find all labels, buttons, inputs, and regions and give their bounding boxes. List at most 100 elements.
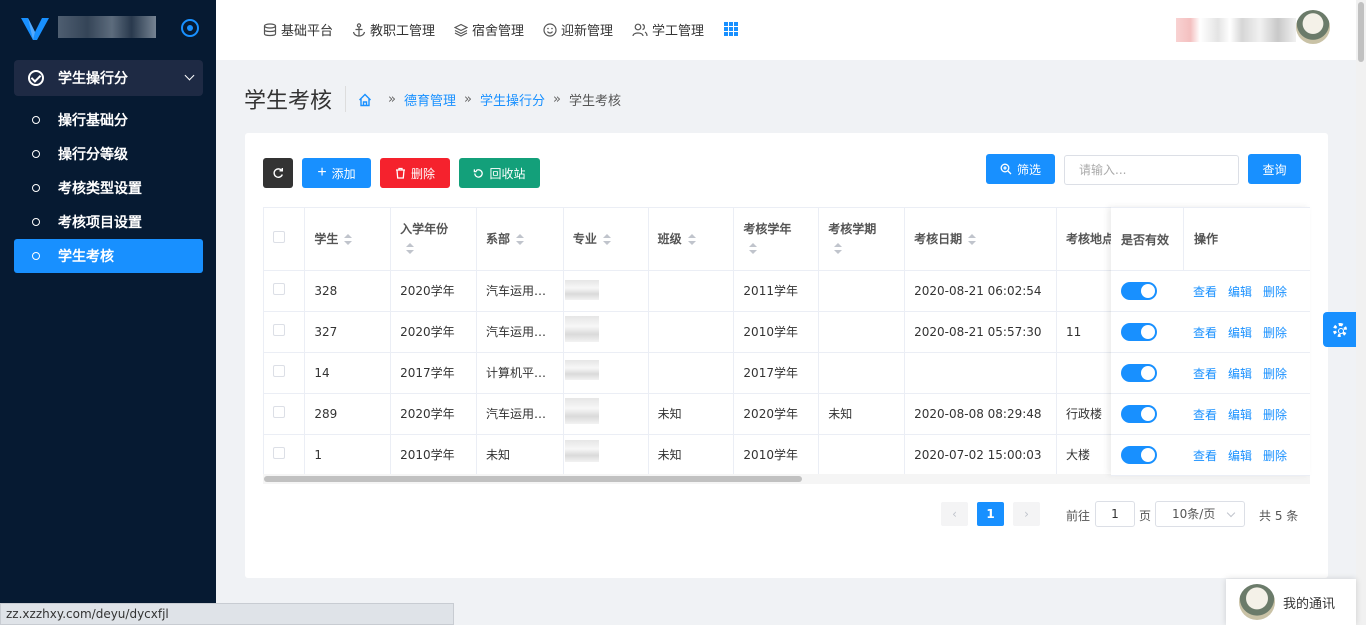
page-number-button[interactable]: 1: [977, 502, 1004, 526]
delete-link[interactable]: 删除: [1263, 326, 1287, 340]
recycle-bin-button[interactable]: 回收站: [459, 158, 540, 188]
menu-group-student-conduct[interactable]: 学生操行分: [14, 60, 203, 96]
col-header-dept[interactable]: 系部: [476, 208, 564, 271]
sidebar-item-label: 考核项目设置: [58, 215, 142, 231]
cell-class: 未知: [648, 393, 735, 435]
view-link[interactable]: 查看: [1193, 285, 1217, 299]
nav-label: 学工管理: [652, 24, 705, 39]
sidebar-item-eval-items[interactable]: 考核项目设置: [14, 205, 203, 239]
nav-item-welcome[interactable]: 迎新管理: [543, 20, 613, 39]
table-row-actions: 查看 编辑 删除: [1111, 394, 1310, 435]
nav-item-basic-platform[interactable]: 基础平台: [263, 20, 333, 39]
sort-icon[interactable]: [516, 233, 525, 246]
cell-term: 未知: [818, 393, 906, 435]
delete-button[interactable]: 删除: [380, 158, 450, 188]
edit-link[interactable]: 编辑: [1228, 449, 1252, 463]
col-header-eval-year[interactable]: 考核学年: [733, 208, 820, 271]
delete-link[interactable]: 删除: [1263, 449, 1287, 463]
circle-icon: [32, 184, 40, 192]
chevron-down-icon: [184, 70, 195, 81]
goto-page-input[interactable]: 1: [1095, 501, 1135, 527]
edit-link[interactable]: 编辑: [1228, 408, 1252, 422]
top-bar: 基础平台 教职工管理 宿舍管理 迎新管理 学工管理: [216, 0, 1356, 60]
sort-icon[interactable]: [344, 233, 353, 246]
cell-term: [818, 311, 906, 353]
view-link[interactable]: 查看: [1193, 367, 1217, 381]
prev-page-button[interactable]: ‹: [941, 502, 968, 526]
query-button[interactable]: 查询: [1248, 154, 1301, 184]
chevron-right-icon: ›: [1024, 507, 1029, 521]
page-size-select[interactable]: 10条/页: [1155, 501, 1245, 527]
users-icon: [632, 23, 648, 36]
circle-icon: [32, 218, 40, 226]
row-checkbox[interactable]: [273, 283, 285, 295]
select-all-checkbox[interactable]: [273, 231, 285, 244]
page-scrollbar[interactable]: [1356, 0, 1366, 625]
chat-widget[interactable]: 我的通讯: [1226, 579, 1356, 625]
valid-toggle[interactable]: [1121, 405, 1157, 423]
blurred-cell: [565, 280, 599, 300]
settings-float-button[interactable]: [1323, 312, 1356, 347]
col-header-major[interactable]: 专业: [563, 208, 649, 271]
nav-item-dorm[interactable]: 宿舍管理: [454, 20, 524, 39]
valid-toggle[interactable]: [1121, 323, 1157, 341]
cell-class: [648, 311, 735, 353]
col-header-term[interactable]: 考核学期: [818, 208, 906, 271]
sidebar-item-label: 操行分等级: [58, 147, 128, 163]
cell-dept: 汽车运用…: [476, 270, 564, 312]
valid-toggle[interactable]: [1121, 282, 1157, 300]
col-header-class[interactable]: 班级: [648, 208, 735, 271]
add-button[interactable]: + 添加: [302, 158, 371, 188]
edit-link[interactable]: 编辑: [1228, 326, 1252, 340]
delete-link[interactable]: 删除: [1263, 408, 1287, 422]
sidebar-item-eval-type[interactable]: 考核类型设置: [14, 171, 203, 205]
delete-link[interactable]: 删除: [1263, 285, 1287, 299]
add-button-label: 添加: [331, 166, 356, 181]
sort-icon[interactable]: [602, 233, 611, 246]
filter-button[interactable]: 筛选: [986, 154, 1055, 184]
edit-link[interactable]: 编辑: [1228, 285, 1252, 299]
menu-group-label: 学生操行分: [58, 71, 128, 87]
home-icon[interactable]: [358, 93, 372, 107]
sidebar-item-student-eval[interactable]: 学生考核: [14, 239, 203, 273]
view-link[interactable]: 查看: [1193, 449, 1217, 463]
refresh-button[interactable]: [263, 158, 293, 188]
breadcrumb-moral-education[interactable]: 德育管理: [404, 90, 456, 109]
valid-toggle[interactable]: [1121, 446, 1157, 464]
edit-link[interactable]: 编辑: [1228, 367, 1252, 381]
col-header-enroll-year[interactable]: 入学年份: [390, 208, 477, 271]
cell-term: [818, 352, 906, 394]
row-checkbox[interactable]: [273, 447, 285, 459]
avatar[interactable]: [1296, 10, 1330, 44]
row-checkbox[interactable]: [273, 365, 285, 377]
sidebar: 学生操行分 操行基础分 操行分等级 考核类型设置 考核项目设置 学生考核: [0, 0, 216, 625]
table-row-actions: 查看 编辑 删除: [1111, 271, 1310, 312]
delete-link[interactable]: 删除: [1263, 367, 1287, 381]
sidebar-item-score-levels[interactable]: 操行分等级: [14, 137, 203, 171]
cell-date: [904, 352, 1058, 394]
valid-toggle[interactable]: [1121, 364, 1157, 382]
search-input[interactable]: 请输入...: [1064, 155, 1239, 185]
grid-icon[interactable]: [724, 22, 738, 36]
sort-icon[interactable]: [834, 243, 843, 255]
filter-button-label: 筛选: [1016, 162, 1041, 177]
check-circle-icon: [28, 70, 44, 86]
sort-icon[interactable]: [749, 243, 758, 255]
breadcrumb-separator: »: [463, 92, 472, 107]
breadcrumb-student-conduct[interactable]: 学生操行分: [480, 90, 545, 109]
row-checkbox[interactable]: [273, 406, 285, 418]
view-link[interactable]: 查看: [1193, 326, 1217, 340]
nav-item-staff[interactable]: 教职工管理: [352, 20, 435, 39]
sort-icon[interactable]: [687, 233, 696, 246]
sidebar-item-basic-score[interactable]: 操行基础分: [14, 103, 203, 137]
col-header-student[interactable]: 学生: [304, 208, 392, 271]
view-link[interactable]: 查看: [1193, 408, 1217, 422]
collapse-toggle-icon[interactable]: [181, 19, 199, 37]
breadcrumb-current: 学生考核: [568, 94, 621, 109]
nav-item-student-affairs[interactable]: 学工管理: [632, 20, 704, 39]
row-checkbox[interactable]: [273, 324, 285, 336]
next-page-button[interactable]: ›: [1013, 502, 1040, 526]
sort-icon[interactable]: [968, 233, 977, 246]
sort-icon[interactable]: [406, 243, 415, 255]
col-header-date[interactable]: 考核日期: [904, 208, 1058, 271]
